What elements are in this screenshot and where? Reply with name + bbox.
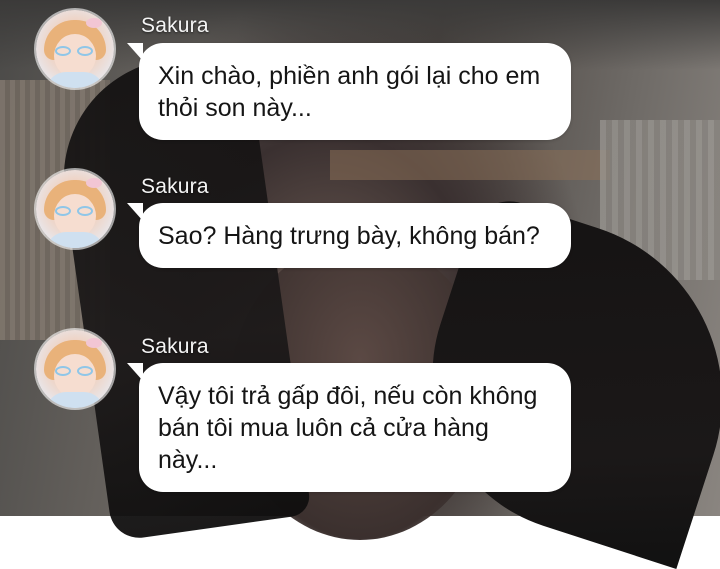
avatar-bow <box>86 178 102 188</box>
girl-with-glasses-avatar-icon[interactable] <box>36 330 114 408</box>
sender-name: Sakura <box>141 175 209 198</box>
message-bubble[interactable]: Xin chào, phiền anh gói lại cho em thỏi … <box>127 43 571 140</box>
avatar-glasses <box>55 46 95 58</box>
background-shelf <box>330 150 610 180</box>
avatar-bow <box>86 18 102 28</box>
avatar-glasses <box>55 206 95 218</box>
sender-name: Sakura <box>141 335 209 358</box>
sender-name: Sakura <box>141 14 209 37</box>
avatar-shirt <box>46 232 104 248</box>
girl-with-glasses-avatar-icon[interactable] <box>36 170 114 248</box>
avatar-glasses <box>55 366 95 378</box>
message-bubble[interactable]: Vậy tôi trả gấp đôi, nếu còn không bán t… <box>127 363 571 492</box>
message-bubble[interactable]: Sao? Hàng trưng bày, không bán? <box>127 203 571 268</box>
avatar-bow <box>86 338 102 348</box>
avatar-shirt <box>46 72 104 88</box>
girl-with-glasses-avatar-icon[interactable] <box>36 10 114 88</box>
avatar-shirt <box>46 392 104 408</box>
